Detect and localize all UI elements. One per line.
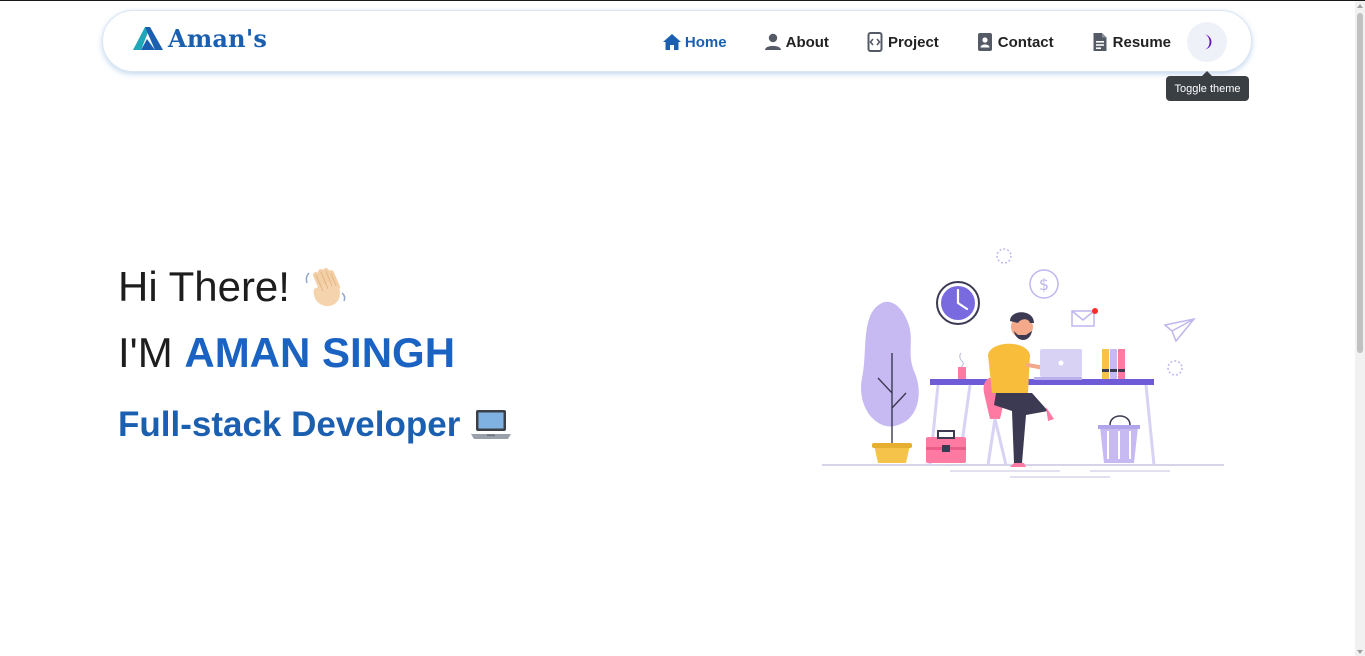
nav-item-label: Project (887, 33, 939, 51)
logo[interactable]: Aman's (133, 24, 267, 53)
page: Aman's Home About Project Contact Resume… (0, 0, 1365, 656)
nav-item-home[interactable]: Home (662, 32, 727, 52)
role-line: Full-stack Developer (118, 405, 512, 445)
home-icon (662, 34, 681, 50)
nav-item-contact[interactable]: Contact (975, 32, 1054, 52)
code-icon (867, 32, 883, 52)
intro-line: I'M AMAN SINGH (118, 323, 512, 383)
navbar: Aman's Home About Project Contact Resume (102, 10, 1252, 72)
contact-icon (977, 33, 992, 51)
developer-at-desk-illustration: $ (822, 248, 1224, 478)
nav-item-about[interactable]: About (763, 32, 829, 52)
logo-text: Aman's (168, 24, 268, 53)
scroll-up-arrow-icon[interactable] (1357, 4, 1363, 8)
svg-text:$: $ (1039, 275, 1049, 294)
hero-section: Hi There! I'M AMAN SINGH Full-stack Deve… (118, 257, 512, 445)
moon-icon (1204, 34, 1212, 50)
greeting-text: Hi There! (118, 263, 290, 310)
scrollbar-thumb[interactable] (1357, 13, 1363, 353)
laptop-icon (471, 410, 512, 439)
document-icon (1093, 33, 1107, 51)
greeting-line: Hi There! (118, 257, 512, 317)
nav-item-label: About (785, 33, 829, 51)
nav-item-resume[interactable]: Resume (1090, 32, 1171, 52)
nav-menu: Home About Project Contact Resume (662, 11, 1171, 73)
nav-item-project[interactable]: Project (865, 32, 939, 52)
scroll-down-arrow-icon[interactable] (1357, 650, 1363, 654)
owner-name: AMAN SINGH (184, 329, 456, 376)
page-scrollbar[interactable] (1355, 1, 1365, 656)
nav-item-label: Resume (1112, 33, 1171, 51)
theme-toggle-button[interactable] (1187, 22, 1227, 62)
waving-hand-icon (305, 268, 346, 307)
role-text: Full-stack Developer (118, 405, 461, 444)
user-icon (764, 33, 781, 50)
nav-item-label: Contact (997, 33, 1054, 51)
nav-item-label: Home (684, 33, 727, 51)
theme-tooltip: Toggle theme (1166, 71, 1249, 101)
intro-prefix: I'M (118, 329, 173, 376)
logo-mark-icon (133, 26, 163, 50)
